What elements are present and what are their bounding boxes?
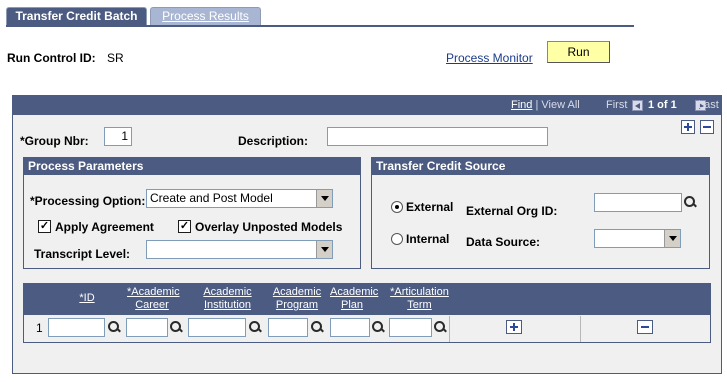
chevron-down-icon[interactable] — [664, 230, 680, 247]
chevron-down-icon[interactable] — [316, 190, 332, 207]
col-academic-institution[interactable]: Academic Institution — [199, 286, 256, 312]
apply-agreement-checkbox[interactable]: ✓ — [38, 220, 51, 233]
lookup-icon[interactable] — [108, 321, 120, 333]
processing-option-label: *Processing Option: — [30, 194, 146, 208]
internal-label: Internal — [406, 232, 450, 246]
add-group-button[interactable] — [681, 120, 695, 134]
tab-transfer-credit-batch[interactable]: Transfer Credit Batch — [6, 7, 147, 25]
data-source-label: Data Source: — [466, 235, 541, 249]
run-button[interactable]: Run — [547, 41, 610, 63]
processing-option-value: Create and Post Model — [150, 191, 273, 205]
data-source-select[interactable] — [594, 229, 681, 248]
lookup-icon[interactable] — [684, 196, 696, 208]
position-label: 1 of 1 — [648, 99, 677, 111]
apply-agreement-label: Apply Agreement — [55, 220, 154, 234]
articulation-term-input[interactable] — [389, 318, 432, 337]
row-number: 1 — [36, 321, 43, 335]
find-link[interactable]: Find — [511, 99, 532, 111]
transcript-level-select[interactable] — [146, 240, 333, 259]
grid-divider — [449, 316, 450, 342]
grid-divider — [580, 316, 581, 342]
tab-process-results[interactable]: Process Results — [150, 7, 261, 25]
academic-program-input[interactable] — [268, 318, 308, 337]
lookup-icon[interactable] — [311, 321, 323, 333]
transfer-credit-source-title: Transfer Credit Source — [372, 158, 709, 175]
external-label: External — [406, 200, 454, 214]
external-org-id-input[interactable] — [594, 193, 682, 212]
description-input[interactable] — [327, 127, 548, 146]
col-academic-plan[interactable]: Academic Plan — [330, 286, 378, 312]
add-row-button[interactable] — [506, 320, 522, 334]
col-articulation-term[interactable]: *Articulation Term — [388, 286, 451, 312]
group-nbr-field[interactable]: 1 — [104, 127, 132, 146]
description-label: Description: — [238, 134, 309, 148]
overlay-unposted-checkbox[interactable]: ✓ — [178, 220, 191, 233]
lookup-icon[interactable] — [170, 321, 182, 333]
chevron-down-icon[interactable] — [316, 241, 332, 258]
lookup-icon[interactable] — [372, 321, 384, 333]
group-nbr-label: *Group Nbr: — [20, 134, 89, 148]
transcript-level-label: Transcript Level: — [34, 247, 131, 261]
view-all-link[interactable]: View All — [541, 99, 579, 111]
internal-radio[interactable] — [391, 233, 403, 245]
previous-arrow-icon[interactable] — [632, 100, 643, 111]
tab-divider — [6, 25, 634, 27]
delete-row-button[interactable] — [637, 320, 653, 334]
external-radio[interactable] — [391, 201, 403, 213]
run-control-value: SR — [107, 51, 124, 65]
external-org-id-label: External Org ID: — [466, 204, 558, 218]
id-input[interactable] — [48, 318, 105, 337]
last-label[interactable]: Last — [698, 96, 719, 114]
process-parameters-title: Process Parameters — [24, 158, 360, 175]
lookup-icon[interactable] — [249, 321, 261, 333]
first-label[interactable]: First — [606, 96, 627, 114]
academic-plan-input[interactable] — [330, 318, 370, 337]
overlay-unposted-label: Overlay Unposted Models — [195, 220, 343, 234]
col-academic-career[interactable]: *Academic Career — [127, 286, 180, 312]
nav-bar: Find | View All — [511, 96, 580, 114]
academic-career-input[interactable] — [126, 318, 168, 337]
col-academic-program[interactable]: Academic Program — [269, 286, 325, 312]
process-monitor-link[interactable]: Process Monitor — [446, 51, 533, 65]
delete-group-button[interactable] — [700, 120, 714, 134]
col-id[interactable]: *ID — [77, 292, 97, 305]
lookup-icon[interactable] — [434, 321, 446, 333]
run-control-label: Run Control ID: — [7, 51, 96, 65]
processing-option-select[interactable]: Create and Post Model — [146, 189, 333, 208]
academic-institution-input[interactable] — [188, 318, 246, 337]
